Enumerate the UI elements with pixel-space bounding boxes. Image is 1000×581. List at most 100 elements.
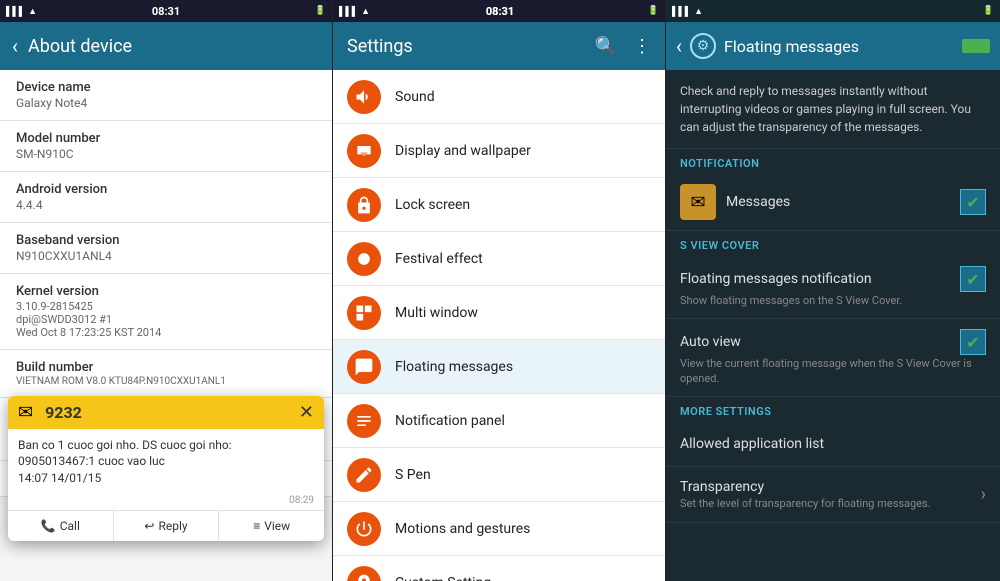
reply-label: Reply [158,519,187,533]
settings-item-motions[interactable]: Motions and gestures [333,502,665,556]
festival-label: Festival effect [395,251,483,267]
reply-action-button[interactable]: ↩ Reply [114,511,220,541]
motions-icon [354,519,374,539]
festival-icon [354,249,374,269]
notif-header: ✉ 9232 ✕ [8,396,324,429]
view-icon: ≡ [253,519,260,533]
wifi-icon-3: ▲ [694,6,703,17]
transparency-subtext: Set the level of transparency for floati… [680,497,981,510]
more-settings-section-header: MORE SETTINGS [666,397,1000,422]
android-version-value: 4.4.4 [16,198,316,212]
custom-label: Custom Setting [395,575,491,581]
floating-notif-subtext: Show floating messages on the S View Cov… [680,294,986,308]
transparency-item[interactable]: Transparency Set the level of transparen… [666,467,1000,523]
gear-settings-icon[interactable]: ⚙ [690,33,716,59]
settings-item-sound[interactable]: Sound [333,70,665,124]
auto-view-item[interactable]: Auto view ✔ View the current floating me… [666,319,1000,397]
notification-icon [354,411,374,431]
baseband-row[interactable]: Baseband version N910CXXU1ANL4 [0,223,332,274]
motions-label: Motions and gestures [395,521,530,537]
floating-notif-checkbox[interactable]: ✔ [960,266,986,292]
baseband-label: Baseband version [16,233,316,248]
panel-about-device: ▌▌▌ ▲ 08:31 🔋 ‹ About device Device name… [0,0,333,581]
display-label: Display and wallpaper [395,143,531,159]
display-icon [354,141,374,161]
more-options-button[interactable]: ⋮ [633,36,651,57]
lockscreen-label: Lock screen [395,197,470,213]
status-left-icons: ▌▌▌ ▲ [6,6,37,17]
sound-icon-container [347,80,381,114]
sview-section-header: S VIEW COVER [666,231,1000,256]
floating-icon-container [347,350,381,384]
signal-icon-2: ▌▌▌ [339,6,358,17]
floating-icon [354,357,374,377]
status-bar-3: ▌▌▌ ▲ 08:31 🔋 [666,0,1000,22]
notif-number: 9232 [45,403,82,422]
spen-icon [354,465,374,485]
status-time-1: 08:31 [152,5,180,18]
close-notification-button[interactable]: ✕ [299,402,314,423]
call-action-button[interactable]: 📞 Call [8,511,114,541]
settings-list: Sound Display and wallpaper Lock screen … [333,70,665,581]
motions-icon-container [347,512,381,546]
back-button-1[interactable]: ‹ [12,34,18,58]
about-device-title: About device [28,36,132,57]
custom-icon [354,573,374,581]
device-name-label: Device name [16,80,316,95]
notification-section-header: NOTIFICATION [666,149,1000,174]
status-left-icons-2: ▌▌▌ ▲ [339,6,370,17]
settings-item-lockscreen[interactable]: Lock screen [333,178,665,232]
model-number-row[interactable]: Model number SM-N910C [0,121,332,172]
floating-messages-header: ‹ ⚙ Floating messages [666,22,1000,70]
custom-icon-container [347,566,381,581]
signal-icon: ▌▌▌ [6,6,25,17]
back-button-3[interactable]: ‹ [676,34,682,58]
message-icon: ✉ [18,402,33,423]
transparency-label: Transparency [680,479,981,495]
kernel-row[interactable]: Kernel version 3.10.9-2815425 dpi@SWDD30… [0,274,332,350]
view-action-button[interactable]: ≡ View [219,511,324,541]
settings-item-spen[interactable]: S Pen [333,448,665,502]
kernel-value: 3.10.9-2815425 dpi@SWDD3012 #1 Wed Oct 8… [16,300,316,339]
spen-label: S Pen [395,467,431,483]
android-version-row[interactable]: Android version 4.4.4 [0,172,332,223]
settings-item-multiwindow[interactable]: Multi window [333,286,665,340]
notif-time: 08:29 [8,495,324,510]
status-right-icons-2: 🔋 [648,6,659,16]
about-device-content: Device name Galaxy Note4 Model number SM… [0,70,332,581]
phone-icon: 📞 [41,519,56,533]
messages-notification-item[interactable]: ✉ Messages ✔ [666,174,1000,231]
settings-header-icons: 🔍 ⋮ [595,36,651,57]
search-button[interactable]: 🔍 [595,36,617,57]
reply-icon: ↩ [144,519,154,533]
settings-header: Settings 🔍 ⋮ [333,22,665,70]
auto-view-row: Auto view ✔ [680,329,986,355]
model-number-label: Model number [16,131,316,146]
settings-item-display[interactable]: Display and wallpaper [333,124,665,178]
settings-item-custom[interactable]: Custom Setting [333,556,665,581]
status-bar-1: ▌▌▌ ▲ 08:31 🔋 [0,0,332,22]
display-icon-container [347,134,381,168]
build-number-value: VIETNAM ROM V8.0 KTU84P.N910CXXU1ANL1 [16,376,316,387]
battery-icon-1: 🔋 [315,6,326,16]
settings-item-notification[interactable]: Notification panel [333,394,665,448]
gear-symbol: ⚙ [697,38,710,54]
device-name-row[interactable]: Device name Galaxy Note4 [0,70,332,121]
android-version-label: Android version [16,182,316,197]
wifi-icon: ▲ [28,6,37,17]
settings-item-floating[interactable]: Floating messages [333,340,665,394]
messages-checkbox[interactable]: ✔ [960,189,986,215]
build-number-row[interactable]: Build number VIETNAM ROM V8.0 KTU84P.N91… [0,350,332,398]
allowed-apps-item[interactable]: Allowed application list [666,422,1000,467]
notif-actions: 📞 Call ↩ Reply ≡ View [8,510,324,541]
status-time-3: 08:31 [486,5,514,18]
view-label: View [264,519,290,533]
floating-messages-notification-item[interactable]: Floating messages notification ✔ Show fl… [666,256,1000,319]
settings-item-festival[interactable]: Festival effect [333,232,665,286]
allowed-apps-label: Allowed application list [680,436,986,452]
auto-view-checkbox[interactable]: ✔ [960,329,986,355]
floating-messages-title: Floating messages [724,37,954,56]
status-right-icons-3: 🔋 [983,6,994,16]
sound-label: Sound [395,89,435,105]
floating-messages-description: Check and reply to messages instantly wi… [666,70,1000,149]
